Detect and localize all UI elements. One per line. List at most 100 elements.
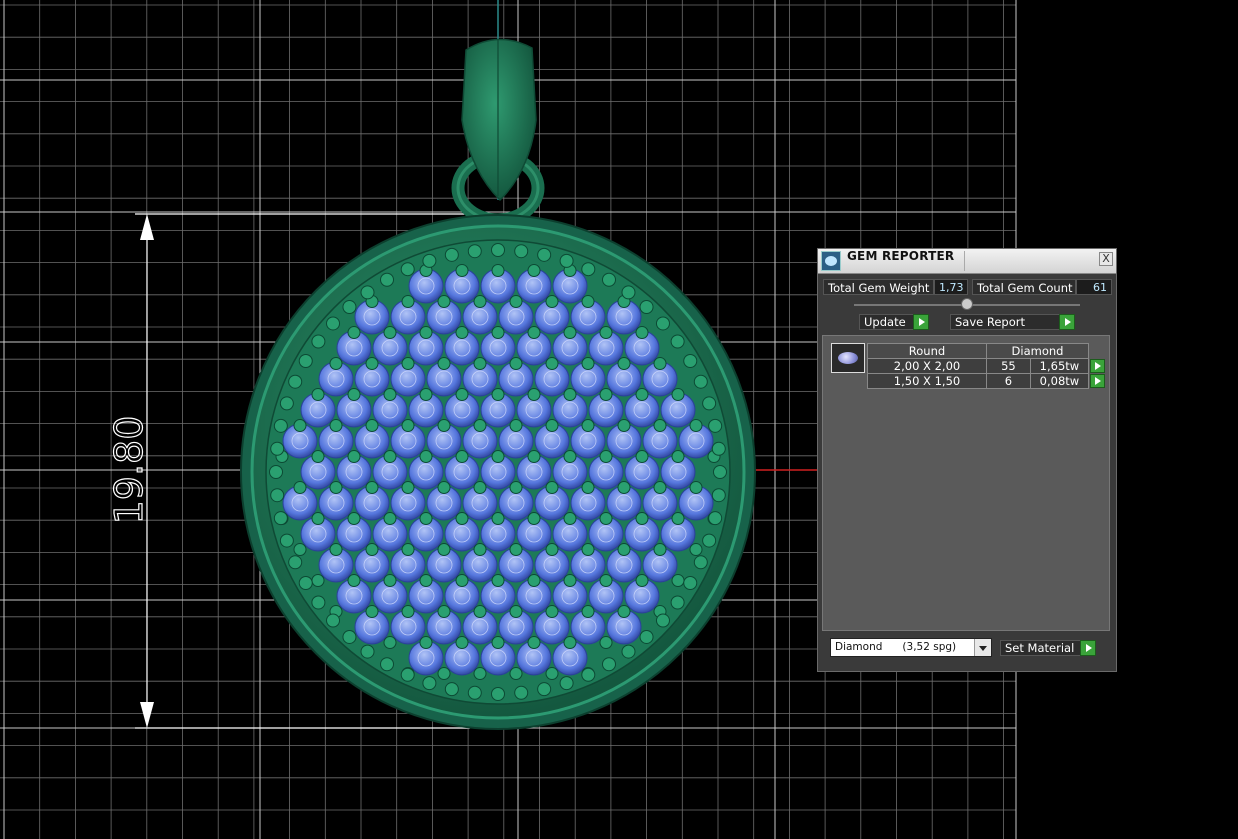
dimension-arrow-down: [140, 702, 154, 728]
gem-reporter-icon: [821, 251, 841, 271]
prong: [347, 512, 361, 525]
rim-bead: [639, 300, 654, 315]
prong: [329, 481, 343, 494]
prong: [581, 357, 595, 370]
prong: [329, 357, 343, 370]
gem-weight-cell: 1,65tw: [1029, 358, 1090, 374]
rim-bead: [298, 354, 313, 368]
table-row[interactable]: 2,00 X 2,00 55 1,65tw: [867, 358, 1106, 374]
prong: [347, 326, 361, 339]
prong: [401, 605, 415, 618]
round-diamond-icon[interactable]: [831, 343, 865, 373]
prong: [617, 481, 631, 494]
rim-bead: [581, 667, 596, 682]
prong: [671, 450, 685, 463]
prong: [599, 388, 613, 401]
save-report-button-label: Save Report: [955, 315, 1026, 329]
rim-bead: [326, 613, 341, 628]
prong: [635, 388, 649, 401]
prong: [527, 326, 541, 339]
prong: [419, 512, 433, 525]
rim-bead: [711, 488, 726, 503]
rim-bead: [422, 253, 437, 268]
prong: [581, 605, 595, 618]
prong: [581, 543, 595, 556]
rim-bead: [514, 685, 529, 700]
rim-bead: [467, 685, 482, 700]
prong: [527, 512, 541, 525]
rim-bead: [602, 272, 616, 287]
prong: [437, 481, 451, 494]
prong: [671, 512, 685, 525]
update-button[interactable]: Update: [859, 314, 929, 330]
prong: [437, 667, 451, 680]
close-button[interactable]: X: [1099, 252, 1113, 266]
select-gems-button[interactable]: [1090, 359, 1105, 374]
set-material-button[interactable]: Set Material: [1000, 640, 1096, 656]
prong: [635, 574, 649, 587]
prong: [563, 326, 577, 339]
prong: [455, 636, 469, 649]
prong: [635, 326, 649, 339]
prong: [365, 605, 379, 618]
gem-size-cell: 2,00 X 2,00: [867, 358, 987, 374]
material-select[interactable]: Diamond (3,52 spg): [830, 638, 992, 657]
prong: [617, 357, 631, 370]
panel-title: GEM REPORTER: [847, 249, 955, 263]
prong: [653, 357, 667, 370]
prong: [617, 605, 631, 618]
prong: [473, 295, 487, 308]
prong: [509, 419, 523, 432]
prong: [473, 419, 487, 432]
prong: [545, 481, 559, 494]
prong: [437, 295, 451, 308]
prong: [401, 419, 415, 432]
rim-bead: [693, 555, 708, 570]
rim-bead: [279, 396, 294, 411]
rim-bead: [467, 244, 482, 259]
chevron-down-icon: [974, 639, 991, 656]
table-row[interactable]: 1,50 X 1,50 6 0,08tw: [867, 373, 1106, 389]
prong: [401, 357, 415, 370]
select-gems-button[interactable]: [1090, 374, 1106, 389]
rim-bead: [708, 511, 723, 526]
report-slider-handle[interactable]: [961, 298, 973, 310]
prong: [491, 264, 505, 277]
gem-reporter-titlebar[interactable]: GEM REPORTER X: [818, 249, 1116, 274]
gem-size-cell: 1,50 X 1,50: [867, 373, 987, 389]
prong: [329, 419, 343, 432]
prong: [455, 512, 469, 525]
rim-bead: [693, 374, 708, 389]
rim-bead: [270, 441, 285, 456]
prong: [293, 543, 307, 556]
prong: [419, 326, 433, 339]
prong: [455, 450, 469, 463]
prong: [437, 605, 451, 618]
rim-bead: [639, 629, 654, 644]
prong: [581, 481, 595, 494]
prong: [401, 481, 415, 494]
prong: [347, 388, 361, 401]
material-header: Diamond: [986, 343, 1089, 359]
total-gem-count-label: Total Gem Count: [972, 279, 1076, 295]
dimension-value: 19.80: [107, 416, 151, 525]
prong: [509, 357, 523, 370]
prong: [617, 419, 631, 432]
rim-bead: [683, 576, 698, 590]
rim-bead: [702, 533, 717, 548]
rim-bead: [288, 374, 303, 389]
prong: [473, 667, 487, 680]
rim-bead: [621, 644, 636, 659]
prong: [545, 357, 559, 370]
play-arrow-icon: [913, 314, 929, 330]
prong: [365, 357, 379, 370]
save-report-button[interactable]: Save Report: [950, 314, 1075, 330]
prong: [311, 574, 325, 587]
update-button-label: Update: [864, 315, 906, 329]
prong: [437, 357, 451, 370]
rim-bead: [444, 682, 459, 697]
rim-bead: [342, 300, 357, 315]
prong: [491, 326, 505, 339]
rim-bead: [581, 262, 596, 277]
total-gem-weight-label: Total Gem Weight: [823, 279, 934, 295]
